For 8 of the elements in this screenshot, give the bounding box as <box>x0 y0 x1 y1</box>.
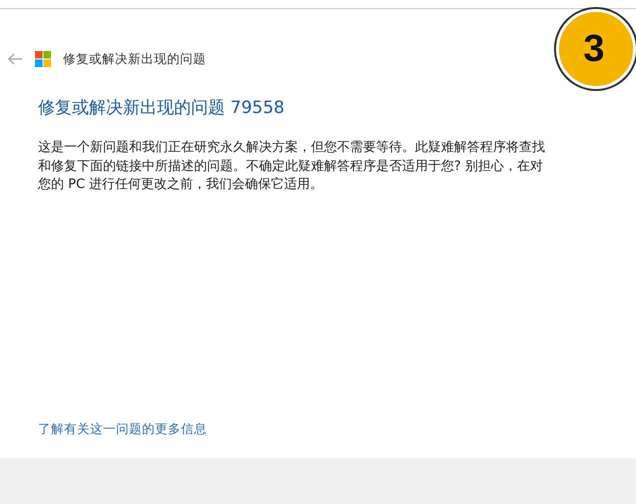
more-info-link[interactable]: 了解有关这一问题的更多信息 <box>38 421 207 438</box>
back-arrow-icon <box>7 52 23 66</box>
back-button[interactable] <box>7 52 23 66</box>
description-text: 这是一个新问题和我们正在研究永久解决方案，但您不需要等待。此疑难解答程序将查找和修复下面的链接中所描述的问题。不确定此疑难解答程序是否适用于您? 别担心，在对您的 PC 进行任何更改之前，我们会确保它适用。 <box>38 139 546 194</box>
step-badge: 3 <box>556 9 636 89</box>
page-heading: 修复或解决新出现的问题 79558 <box>38 97 286 119</box>
windows-logo-icon <box>35 51 51 67</box>
window-title: 修复或解决新出现的问题 <box>63 50 206 68</box>
